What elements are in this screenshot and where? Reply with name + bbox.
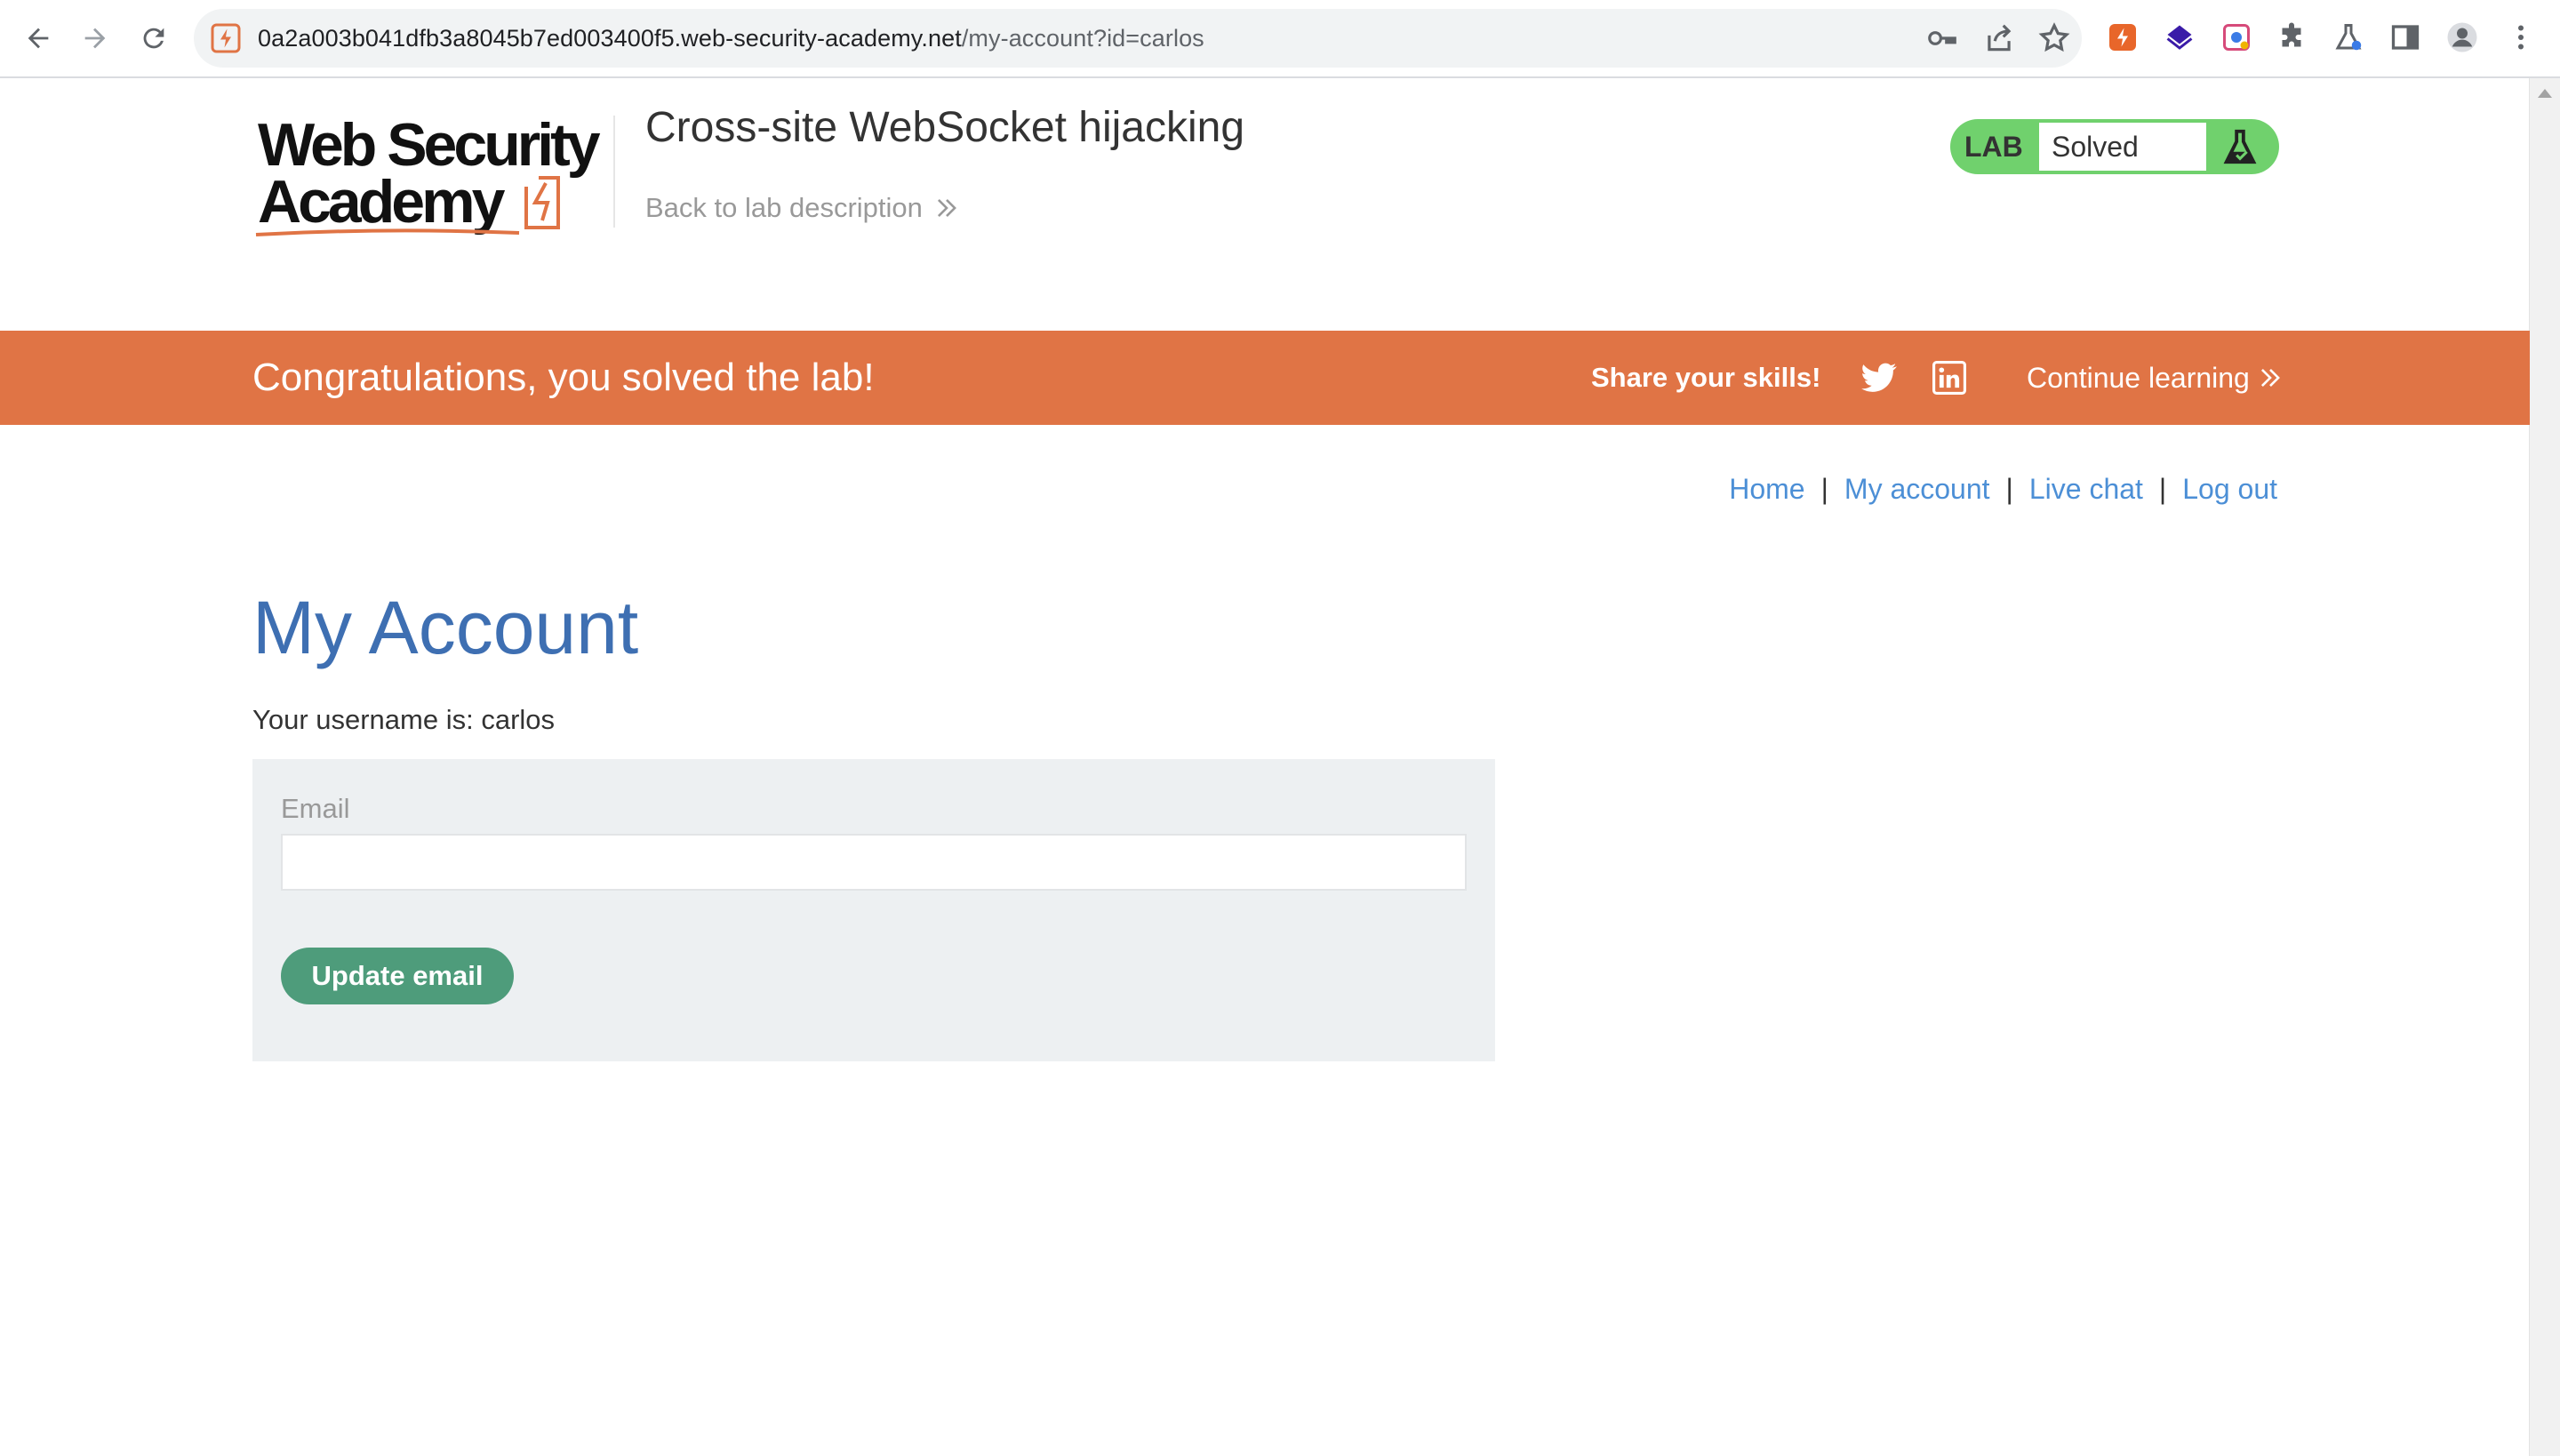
nav-separator: |: [2005, 473, 2013, 505]
twitter-icon[interactable]: [1861, 363, 1897, 393]
nav-live-chat-link[interactable]: Live chat: [2029, 473, 2143, 505]
double-chevron-right-icon: [2260, 368, 2280, 388]
update-email-form: Email Update email: [252, 759, 1495, 1061]
burp-extension-icon[interactable]: [2105, 20, 2140, 55]
address-bar[interactable]: 0a2a003b041dfb3a8045b7ed003400f5.web-sec…: [194, 9, 2082, 68]
solved-banner: Congratulations, you solved the lab! Sha…: [0, 331, 2530, 425]
nav-separator: |: [1820, 473, 1828, 505]
web-security-academy-logo[interactable]: Web Security Academy: [252, 112, 617, 245]
solved-message: Congratulations, you solved the lab!: [252, 356, 875, 399]
scroll-up-arrow-icon[interactable]: [2538, 89, 2552, 98]
logo-line2: Academy: [258, 168, 506, 236]
nav-separator: |: [2158, 473, 2167, 505]
linkedin-icon[interactable]: [1932, 361, 1966, 395]
double-chevron-right-icon: [937, 198, 956, 218]
continue-learning-link[interactable]: Continue learning: [2027, 331, 2282, 425]
back-icon[interactable]: [18, 18, 59, 59]
url-path: /my-account?id=carlos: [961, 25, 1204, 52]
reload-icon[interactable]: [133, 18, 174, 59]
continue-learning-label: Continue learning: [2027, 362, 2250, 394]
lab-status: Solved: [2039, 123, 2206, 171]
page-title: My Account: [252, 586, 639, 669]
page-scrollbar[interactable]: [2529, 78, 2560, 1456]
email-input[interactable]: [281, 834, 1467, 891]
site-favicon-icon: [211, 23, 241, 53]
lab-label: LAB: [1964, 131, 2023, 163]
star-icon[interactable]: [2037, 21, 2071, 55]
email-label: Email: [281, 793, 350, 824]
flask-extension-icon[interactable]: [2331, 20, 2366, 55]
back-link-label: Back to lab description: [645, 192, 923, 223]
url-host: 0a2a003b041dfb3a8045b7ed003400f5.web-sec…: [258, 25, 962, 52]
puzzle-icon[interactable]: [2274, 20, 2309, 55]
update-email-button[interactable]: Update email: [281, 948, 514, 1004]
screenshot-extension-icon[interactable]: [2219, 20, 2254, 55]
sidepanel-icon[interactable]: [2388, 20, 2423, 55]
header-divider: [613, 116, 615, 228]
key-icon[interactable]: [1925, 21, 1959, 55]
flask-icon: [2223, 129, 2257, 164]
username-text: Your username is: carlos: [252, 704, 556, 735]
url-text[interactable]: 0a2a003b041dfb3a8045b7ed003400f5.web-sec…: [258, 9, 1204, 68]
nav-home-link[interactable]: Home: [1729, 473, 1804, 505]
forward-icon[interactable]: [75, 18, 116, 59]
share-skills-label: Share your skills!: [1591, 362, 1821, 393]
lab-title: Cross-site WebSocket hijacking: [645, 104, 1245, 151]
layers-extension-icon[interactable]: [2162, 20, 2197, 55]
share-icon[interactable]: [1982, 21, 2016, 55]
browser-toolbar: 0a2a003b041dfb3a8045b7ed003400f5.web-sec…: [0, 0, 2560, 78]
back-to-lab-link[interactable]: Back to lab description: [645, 192, 958, 224]
nav-log-out-link[interactable]: Log out: [2182, 473, 2277, 505]
profile-icon[interactable]: [2444, 20, 2480, 55]
menu-icon[interactable]: [2503, 20, 2539, 55]
top-navigation: Home | My account | Live chat | Log out: [1729, 473, 2277, 506]
nav-my-account-link[interactable]: My account: [1844, 473, 1990, 505]
lab-status-badge: LAB Solved: [1950, 119, 2279, 174]
